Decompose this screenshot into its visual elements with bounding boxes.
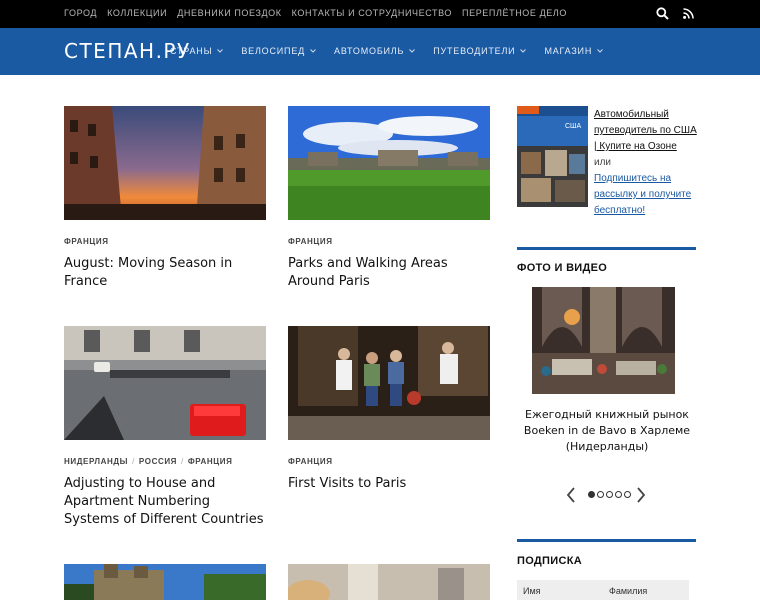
category-link[interactable]: Франция [288, 457, 333, 466]
slider-controls [566, 486, 648, 504]
slider-dot[interactable] [606, 491, 613, 498]
category-link[interactable]: Россия [139, 457, 177, 466]
top-nav-link-travel-diaries[interactable]: Дневники поездок [177, 8, 281, 18]
subscribe-form: Имя Фамилия [517, 580, 689, 600]
search-icon[interactable] [656, 7, 669, 20]
last-name-field[interactable]: Фамилия [603, 580, 689, 600]
main-nav-item-bicycle[interactable]: Велосипед [241, 46, 316, 56]
slider-caption[interactable]: Ежегодный книжный рынок Boeken in de Bav… [520, 407, 694, 455]
post-thumbnail[interactable] [288, 326, 490, 440]
slider-dot[interactable] [597, 491, 604, 498]
buy-guidebook-link[interactable]: Автомобильный путеводитель по США | Купи… [594, 109, 697, 152]
post-categories: Франция [64, 237, 266, 246]
top-nav-link-contacts[interactable]: Контакты и сотрудничество [292, 8, 452, 18]
post-title[interactable]: Adjusting to House and Apartment Numberi… [64, 475, 266, 529]
top-nav-link-collections[interactable]: Коллекции [107, 8, 167, 18]
main-nav-item-countries[interactable]: Страны [170, 46, 224, 56]
post-title[interactable]: First Visits to Paris [288, 475, 490, 493]
promo-or-text: или [594, 157, 612, 168]
top-nav: Город Коллекции Дневники поездок Контакт… [64, 8, 567, 18]
post-card: Франция First Visits to Paris [288, 326, 490, 493]
post-title[interactable]: Parks and Walking Areas Around Paris [288, 255, 490, 291]
first-name-field[interactable]: Имя [517, 580, 603, 600]
subscribe-heading: Подписка [517, 555, 582, 567]
post-card: Франция Parks and Walking Areas Around P… [288, 106, 490, 291]
main-nav: Страны Велосипед Автомобиль Путеводители… [170, 46, 621, 56]
guidebook-badge: США [565, 123, 582, 130]
photo-video-heading: Фото и видео [517, 262, 608, 274]
main-nav-label: Велосипед [241, 46, 306, 56]
site-header: СТЕПАН.РУ Страны Велосипед Автомобиль Пу… [0, 28, 760, 75]
section-divider [517, 247, 696, 250]
top-icons [656, 7, 694, 20]
main-nav-label: Страны [170, 46, 213, 56]
section-divider [517, 539, 696, 542]
main-nav-item-car[interactable]: Автомобиль [334, 46, 416, 56]
category-separator: / [181, 457, 184, 466]
post-card [64, 564, 266, 600]
top-bar: Город Коллекции Дневники поездок Контакт… [0, 0, 760, 28]
chevron-down-icon [310, 49, 316, 53]
chevron-down-icon [520, 49, 527, 53]
post-categories: Нидерланды / Россия / Франция [64, 457, 266, 466]
post-thumbnail[interactable] [64, 106, 266, 220]
post-card: Франция August: Moving Season in France [64, 106, 266, 291]
guidebook-promo: Автомобильный путеводитель по США | Купи… [594, 107, 698, 219]
slider-dots [588, 491, 631, 498]
guidebook-cover[interactable]: США [517, 106, 588, 207]
category-link[interactable]: Нидерланды [64, 457, 128, 466]
category-link[interactable]: Франция [188, 457, 233, 466]
chevron-down-icon [217, 49, 224, 53]
post-thumbnail[interactable] [288, 564, 490, 600]
post-card: Нидерланды / Россия / Франция Adjusting … [64, 326, 266, 529]
slider-photo[interactable] [532, 287, 675, 394]
post-thumbnail[interactable] [64, 564, 266, 600]
chevron-left-icon[interactable] [566, 487, 576, 508]
post-thumbnail[interactable] [288, 106, 490, 220]
chevron-right-icon[interactable] [636, 487, 646, 508]
post-card [288, 564, 490, 600]
post-categories: Франция [288, 237, 490, 246]
main-nav-item-guides[interactable]: Путеводители [433, 46, 527, 56]
post-categories: Франция [288, 457, 490, 466]
chevron-down-icon [597, 49, 603, 53]
slider-dot[interactable] [624, 491, 631, 498]
main-nav-label: Автомобиль [334, 46, 405, 56]
top-nav-link-city[interactable]: Город [64, 8, 97, 18]
main-nav-label: Магазин [544, 46, 593, 56]
main-nav-label: Путеводители [433, 46, 516, 56]
category-link[interactable]: Франция [288, 237, 333, 246]
slider-dot[interactable] [588, 491, 595, 498]
post-title[interactable]: August: Moving Season in France [64, 255, 266, 291]
newsletter-link[interactable]: Подпишитесь на рассылку и получите беспл… [594, 173, 691, 216]
top-nav-link-bookbinding[interactable]: Переплётное дело [462, 8, 567, 18]
post-thumbnail[interactable] [64, 326, 266, 440]
rss-icon[interactable] [683, 8, 694, 19]
slider-dot[interactable] [615, 491, 622, 498]
main-nav-item-shop[interactable]: Магазин [544, 46, 603, 56]
category-link[interactable]: Франция [64, 237, 109, 246]
chevron-down-icon [409, 49, 416, 53]
category-separator: / [132, 457, 135, 466]
